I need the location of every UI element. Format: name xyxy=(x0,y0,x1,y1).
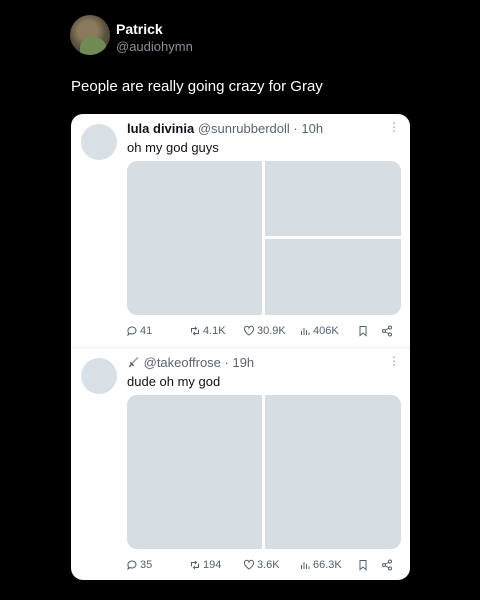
post-author-name[interactable]: lula divinia xyxy=(127,121,194,136)
post-media-grid xyxy=(127,161,401,315)
tweet-author: Patrick @audiohymn xyxy=(70,15,470,59)
post-time[interactable]: · 10h xyxy=(293,121,323,136)
share-icon xyxy=(382,325,392,337)
repost-icon xyxy=(191,560,199,570)
views-count: 406K xyxy=(313,325,339,337)
reply-icon xyxy=(127,326,137,337)
post-author-handle[interactable]: @sunrubberdoll xyxy=(198,121,290,136)
post-avatar[interactable] xyxy=(81,358,117,394)
more-options-icon[interactable]: ⋮ xyxy=(388,354,400,368)
media-image[interactable] xyxy=(265,161,401,236)
bookmark-icon xyxy=(359,560,367,571)
like-count: 3.6K xyxy=(257,559,280,571)
post-time[interactable]: · 19h xyxy=(225,355,255,370)
avatar[interactable] xyxy=(70,15,110,55)
views-button[interactable]: 66.3K xyxy=(299,559,342,571)
media-image[interactable] xyxy=(265,395,401,549)
views-icon xyxy=(301,562,310,569)
reply-icon xyxy=(127,560,137,571)
heart-icon xyxy=(243,325,255,336)
post-media-grid xyxy=(127,395,401,549)
post-actions: 35 194 3.6K 66.3K xyxy=(127,559,401,573)
views-button[interactable]: 406K xyxy=(299,325,339,337)
reply-button[interactable]: 41 xyxy=(126,325,152,337)
reply-count: 35 xyxy=(140,559,153,571)
sword-emoji-icon xyxy=(128,357,139,368)
like-button[interactable]: 3.6K xyxy=(243,559,280,571)
quoted-post[interactable]: lula divinia @sunrubberdoll · 10h ⋮ oh m… xyxy=(71,114,410,347)
post-header: lula divinia @sunrubberdoll · 10h xyxy=(127,121,323,136)
reply-button[interactable]: 35 xyxy=(126,559,152,571)
views-icon xyxy=(301,328,310,335)
post-text: dude oh my god xyxy=(127,374,221,389)
repost-count: 194 xyxy=(203,559,222,571)
post-author-handle[interactable]: @takeoffrose xyxy=(144,355,221,370)
heart-icon xyxy=(243,559,255,570)
more-options-icon[interactable]: ⋮ xyxy=(388,120,400,134)
post-avatar[interactable] xyxy=(81,124,117,160)
share-button[interactable] xyxy=(381,325,393,337)
tweet-text: People are really going crazy for Gray xyxy=(71,78,323,95)
bookmark-icon xyxy=(359,326,367,337)
like-count: 30.9K xyxy=(257,325,286,337)
author-name[interactable]: Patrick xyxy=(116,21,163,37)
repost-count: 4.1K xyxy=(203,325,226,337)
media-image[interactable] xyxy=(265,239,401,315)
repost-button[interactable]: 4.1K xyxy=(189,325,226,337)
bookmark-button[interactable] xyxy=(357,559,369,571)
post-header: @takeoffrose · 19h xyxy=(127,355,254,370)
share-icon xyxy=(382,559,392,571)
repost-button[interactable]: 194 xyxy=(189,559,221,571)
views-count: 66.3K xyxy=(313,559,342,571)
media-image[interactable] xyxy=(127,395,262,549)
quoted-post[interactable]: @takeoffrose · 19h ⋮ dude oh my god 35 1… xyxy=(71,347,410,580)
share-button[interactable] xyxy=(381,559,393,571)
repost-icon xyxy=(191,326,199,336)
reply-count: 41 xyxy=(140,325,153,337)
post-actions: 41 4.1K 30.9K 406K xyxy=(127,325,401,339)
like-button[interactable]: 30.9K xyxy=(243,325,286,337)
quoted-posts-card: lula divinia @sunrubberdoll · 10h ⋮ oh m… xyxy=(71,114,410,580)
post-text: oh my god guys xyxy=(127,140,219,155)
media-image[interactable] xyxy=(127,161,262,315)
bookmark-button[interactable] xyxy=(357,325,369,337)
author-handle[interactable]: @audiohymn xyxy=(116,39,193,54)
